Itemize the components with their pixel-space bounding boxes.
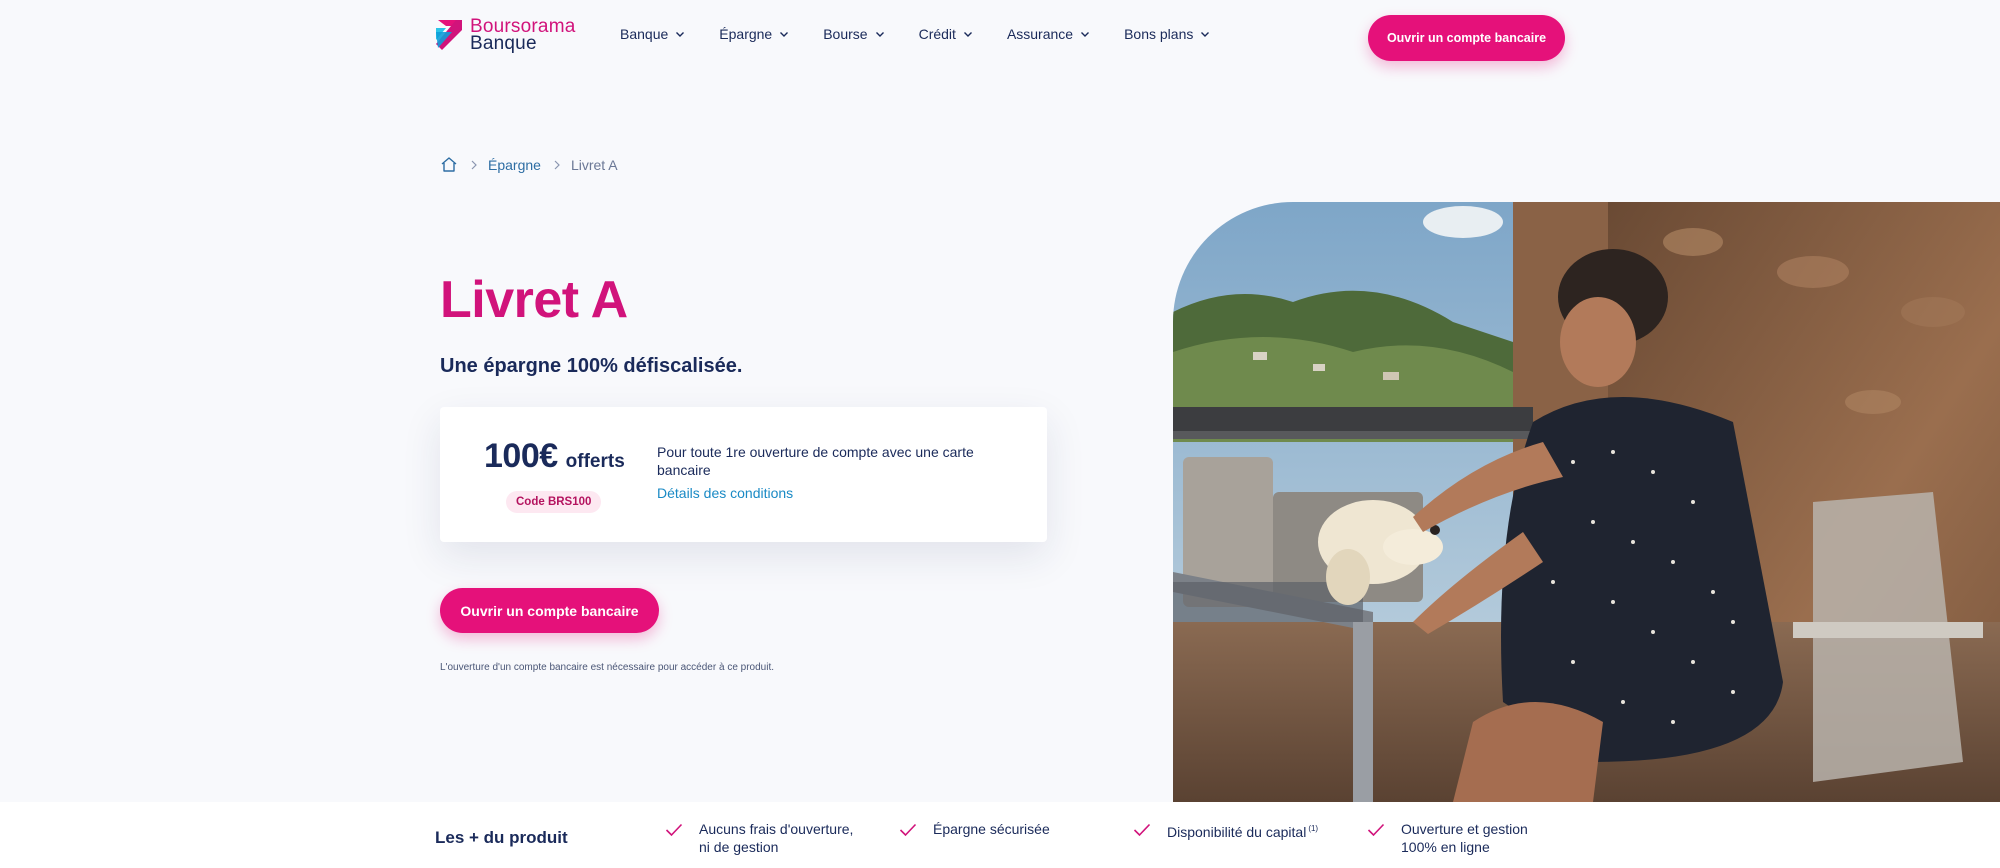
page-title: Livret A	[440, 271, 628, 329]
breadcrumb-item-epargne[interactable]: Épargne	[488, 157, 541, 173]
offer-card: 100€ offerts Code BRS100 Pour toute 1re …	[440, 407, 1047, 542]
chevron-down-icon	[676, 32, 685, 37]
chevron-down-icon	[1201, 32, 1210, 37]
chevron-down-icon	[780, 32, 789, 37]
home-icon[interactable]	[440, 156, 458, 173]
feature-item: Aucuns frais d'ouverture, ni de gestion	[665, 820, 853, 856]
chevron-down-icon	[963, 32, 972, 37]
nav-item-label: Bourse	[823, 26, 868, 42]
feature-line: ni de gestion	[699, 839, 779, 855]
feature-line: Disponibilité du capital	[1167, 824, 1307, 840]
nav-item-banque[interactable]: Banque	[620, 26, 685, 42]
woman-with-dog-illustration	[1173, 202, 2000, 802]
feature-line: Ouverture et gestion	[1401, 821, 1528, 837]
chevron-right-icon	[471, 160, 477, 169]
nav-item-label: Bons plans	[1124, 26, 1194, 42]
feature-line: 100% en ligne	[1401, 839, 1490, 855]
nav-item-label: Banque	[620, 26, 669, 42]
open-account-button-header[interactable]: Ouvrir un compte bancaire	[1368, 15, 1565, 61]
breadcrumb: Épargne Livret A	[440, 156, 618, 173]
site-header: Boursorama Banque Banque Épargne Bourse …	[0, 0, 2000, 76]
offer-amount-value: 100€	[484, 437, 558, 475]
nav-item-assurance[interactable]: Assurance	[1007, 26, 1090, 42]
chevron-right-icon	[554, 160, 560, 169]
check-icon	[899, 823, 917, 837]
chevron-down-icon	[875, 32, 884, 37]
breadcrumb-item-current: Livret A	[570, 156, 618, 173]
promo-code-badge: Code BRS100	[506, 491, 602, 513]
main-nav: Banque Épargne Bourse Crédit Assurance B…	[620, 26, 1244, 42]
offer-description: Pour toute 1re ouverture de compte avec …	[657, 444, 974, 478]
feature-item: Épargne sécurisée	[899, 820, 1050, 838]
hero-legal-note: L'ouverture d'un compte bancaire est néc…	[440, 662, 775, 673]
chevron-down-icon	[1081, 32, 1090, 37]
feature-item: Ouverture et gestion 100% en ligne	[1367, 820, 1528, 856]
check-icon	[1133, 823, 1151, 837]
footnote-marker[interactable]: (1)	[1308, 824, 1318, 833]
offer-conditions-link[interactable]: Détails des conditions	[657, 485, 793, 501]
hero-photo	[1173, 202, 2000, 802]
check-icon	[665, 823, 683, 837]
feature-item: Disponibilité du capital (1)	[1133, 820, 1318, 841]
boursorama-logo[interactable]: Boursorama Banque	[434, 17, 576, 53]
product-features-bar: Les + du produit Aucuns frais d'ouvertur…	[0, 802, 2000, 868]
offer-amount: 100€ offerts	[484, 437, 625, 476]
nav-item-epargne[interactable]: Épargne	[719, 26, 789, 42]
nav-item-bons-plans[interactable]: Bons plans	[1124, 26, 1210, 42]
nav-item-credit[interactable]: Crédit	[919, 26, 973, 42]
nav-item-bourse[interactable]: Bourse	[823, 26, 884, 42]
offer-amount-suffix: offerts	[565, 451, 625, 472]
logo-arrow-icon	[436, 20, 462, 50]
feature-line: Épargne sécurisée	[933, 821, 1050, 837]
check-icon	[1367, 823, 1385, 837]
nav-item-label: Assurance	[1006, 26, 1074, 42]
nav-item-label: Épargne	[719, 26, 773, 42]
feature-line: Aucuns frais d'ouverture,	[699, 821, 854, 837]
features-title: Les + du produit	[435, 828, 568, 847]
open-account-button[interactable]: Ouvrir un compte bancaire	[440, 588, 659, 633]
logo-line2: Banque	[470, 33, 537, 54]
page-subtitle: Une épargne 100% défiscalisée.	[440, 355, 743, 377]
nav-item-label: Crédit	[918, 26, 956, 42]
